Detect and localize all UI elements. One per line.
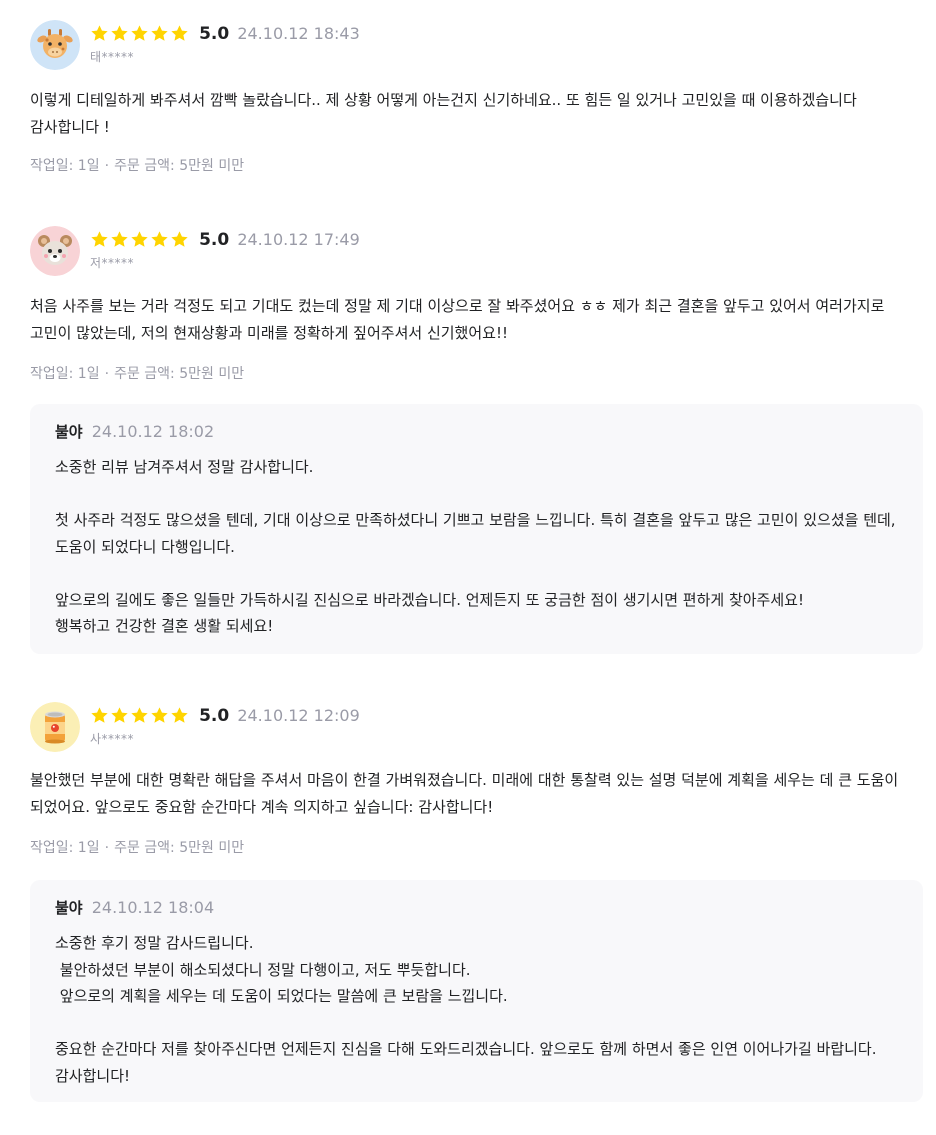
review-date: 24.10.12 17:49 [237,230,360,249]
seller-name: 불야 [55,899,83,917]
review-header: 5.0 24.10.12 17:49 저***** [30,226,630,278]
star-rating [90,230,190,250]
star-icon [110,706,129,725]
star-icon [130,706,149,725]
work-days: 작업일: 1일 [30,158,100,174]
reply-date: 24.10.12 18:02 [91,422,215,441]
reply-text: 소중한 리뷰 남겨주셔서 정말 감사합니다. 첫 사주라 걱정도 많으셨을 텐데… [55,458,896,635]
star-icon [150,230,169,249]
review-meta: 5.0 24.10.12 18:43 [90,23,360,44]
order-amount: 주문 금액: 5만원 미만 [114,840,245,856]
review-meta: 5.0 24.10.12 17:49 [90,229,360,250]
rating-score: 5.0 [199,229,230,250]
star-icon [110,24,129,43]
seller-name: 불야 [55,423,83,441]
order-amount: 주문 금액: 5만원 미만 [114,158,245,174]
order-info: 작업일: 1일 · 주문 금액: 5만원 미만 [30,155,244,175]
star-rating [90,706,190,726]
giraffe-avatar-icon [30,20,80,70]
review-date: 24.10.12 12:09 [237,706,360,725]
separator-dot: · [104,840,110,856]
reviewer-name: 태***** [90,50,135,64]
star-icon [150,24,169,43]
can-avatar-icon [30,702,80,752]
reply-text: 소중한 후기 정말 감사드립니다. 불안하셨던 부분이 해소되셨다니 정말 다행… [55,934,877,1085]
star-icon [170,24,189,43]
order-info: 작업일: 1일 · 주문 금액: 5만원 미만 [30,363,244,383]
review-date: 24.10.12 18:43 [237,24,360,43]
star-icon [130,230,149,249]
bear-avatar-icon [30,226,80,276]
reviewer-name: 사***** [90,732,135,746]
review-header: 5.0 24.10.12 12:09 사***** [30,702,630,754]
order-info: 작업일: 1일 · 주문 금액: 5만원 미만 [30,837,244,857]
star-icon [170,706,189,725]
reply-header: 불야 24.10.12 18:02 [55,421,214,442]
star-icon [90,706,109,725]
star-rating [90,24,190,44]
separator-dot: · [104,158,110,174]
reply-header: 불야 24.10.12 18:04 [55,897,214,918]
reviewer-name: 저***** [90,256,135,270]
star-icon [90,230,109,249]
review-text: 처음 사주를 보는 거라 걱정도 되고 기대도 컸는데 정말 제 기대 이상으로… [30,297,890,342]
star-icon [110,230,129,249]
review-meta: 5.0 24.10.12 12:09 [90,705,360,726]
review-text: 이렇게 디테일하게 봐주셔서 깜빡 놀랐습니다.. 제 상황 어떻게 아는건지 … [30,91,862,136]
work-days: 작업일: 1일 [30,366,100,382]
star-icon [170,230,189,249]
star-icon [130,24,149,43]
separator-dot: · [104,366,110,382]
review-header: 5.0 24.10.12 18:43 태***** [30,20,630,72]
work-days: 작업일: 1일 [30,840,100,856]
order-amount: 주문 금액: 5만원 미만 [114,366,245,382]
rating-score: 5.0 [199,23,230,44]
review-text: 불안했던 부분에 대한 명확란 해답을 주셔서 마음이 한결 가벼워졌습니다. … [30,771,903,816]
seller-reply: 불야 24.10.12 18:04 소중한 후기 정말 감사드립니다. 불안하셨… [30,880,923,1102]
star-icon [150,706,169,725]
star-icon [90,24,109,43]
rating-score: 5.0 [199,705,230,726]
seller-reply: 불야 24.10.12 18:02 소중한 리뷰 남겨주셔서 정말 감사합니다.… [30,404,923,654]
reply-date: 24.10.12 18:04 [91,898,215,917]
